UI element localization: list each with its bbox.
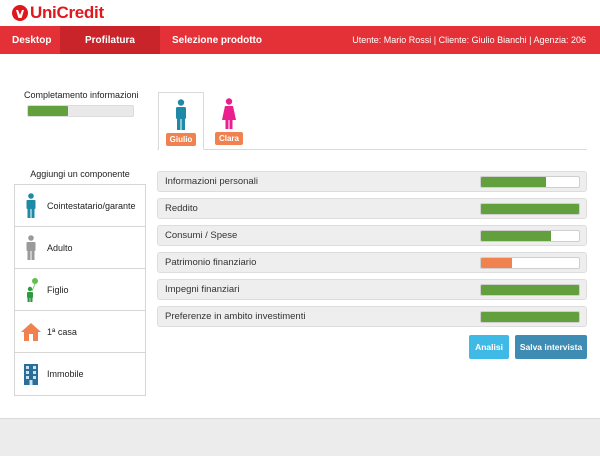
section-label: Patrimonio finanziario — [165, 257, 257, 268]
section-label: Informazioni personali — [165, 176, 258, 187]
house-icon — [15, 322, 47, 342]
logo-bar: UniCredit — [0, 0, 600, 25]
footer-bar — [0, 418, 600, 456]
section-informazioni-personali[interactable]: Informazioni personali — [157, 171, 587, 192]
add-cointestatario-button[interactable]: Cointestatario/garante — [15, 185, 145, 227]
section-consumi-spese[interactable]: Consumi / Spese — [157, 225, 587, 246]
salva-intervista-button[interactable]: Salva intervista — [515, 335, 587, 359]
section-progress-bar — [480, 283, 580, 296]
nav-desktop[interactable]: Desktop — [0, 26, 60, 54]
building-icon — [15, 363, 47, 385]
section-label: Impegni finanziari — [165, 284, 240, 295]
completion-progress-bar — [27, 105, 134, 117]
child-icon — [15, 277, 47, 303]
cointestatario-icon — [15, 192, 47, 219]
unicredit-logo[interactable]: UniCredit — [12, 3, 104, 23]
tab-person-giulio[interactable]: Giulio — [158, 92, 204, 150]
section-progress-bar — [480, 229, 580, 242]
section-progress-fill — [481, 257, 513, 268]
unicredit-logo-icon — [12, 5, 28, 21]
section-progress-fill — [481, 203, 579, 214]
main-navbar: Desktop Profilatura Selezione prodotto U… — [0, 26, 600, 54]
section-progress-fill — [481, 284, 579, 295]
add-immobile-button[interactable]: Immobile — [15, 353, 145, 395]
tab-person-clara[interactable]: Clara — [206, 92, 252, 150]
add-item-label: Adulto — [47, 242, 73, 253]
section-preferenze-investimenti[interactable]: Preferenze in ambito investimenti — [157, 306, 587, 327]
add-item-label: Figlio — [47, 284, 69, 295]
sections-list: Informazioni personali Reddito Consumi /… — [157, 171, 587, 333]
add-adulto-button[interactable]: Adulto — [15, 227, 145, 269]
section-reddito[interactable]: Reddito — [157, 198, 587, 219]
add-figlio-button[interactable]: Figlio — [15, 269, 145, 311]
add-item-label: 1ª casa — [47, 326, 77, 337]
section-label: Consumi / Spese — [165, 230, 238, 241]
nav-profilatura[interactable]: Profilatura — [60, 26, 160, 54]
add-item-label: Immobile — [47, 369, 84, 379]
section-label: Preferenze in ambito investimenti — [165, 311, 306, 322]
person-name-clara: Clara — [214, 132, 243, 145]
add-item-label: Cointestatario/garante — [47, 200, 136, 211]
section-progress-fill — [481, 311, 579, 322]
section-progress-fill — [481, 230, 551, 241]
completion-label: Completamento informazioni — [24, 90, 139, 100]
section-progress-bar — [480, 310, 580, 323]
section-patrimonio-finanziario[interactable]: Patrimonio finanziario — [157, 252, 587, 273]
section-impegni-finanziari[interactable]: Impegni finanziari — [157, 279, 587, 300]
add-prima-casa-button[interactable]: 1ª casa — [15, 311, 145, 353]
logo-text: UniCredit — [30, 3, 104, 22]
person-name-giulio: Giulio — [165, 133, 197, 146]
add-component-title: Aggiungi un componente — [30, 169, 130, 179]
analisi-button[interactable]: Analisi — [469, 335, 509, 359]
section-progress-bar — [480, 256, 580, 269]
female-person-icon — [222, 98, 236, 129]
nav-selezione-prodotto[interactable]: Selezione prodotto — [162, 26, 272, 54]
male-person-icon — [176, 99, 186, 130]
section-progress-bar — [480, 175, 580, 188]
completion-progress-fill — [28, 106, 68, 116]
adult-icon — [15, 234, 47, 261]
section-progress-fill — [481, 176, 546, 187]
section-label: Reddito — [165, 203, 198, 214]
add-component-list: Cointestatario/garante Adulto Figlio 1ª … — [14, 184, 146, 396]
section-progress-bar — [480, 202, 580, 215]
user-info: Utente: Mario Rossi | Cliente: Giulio Bi… — [352, 35, 586, 45]
